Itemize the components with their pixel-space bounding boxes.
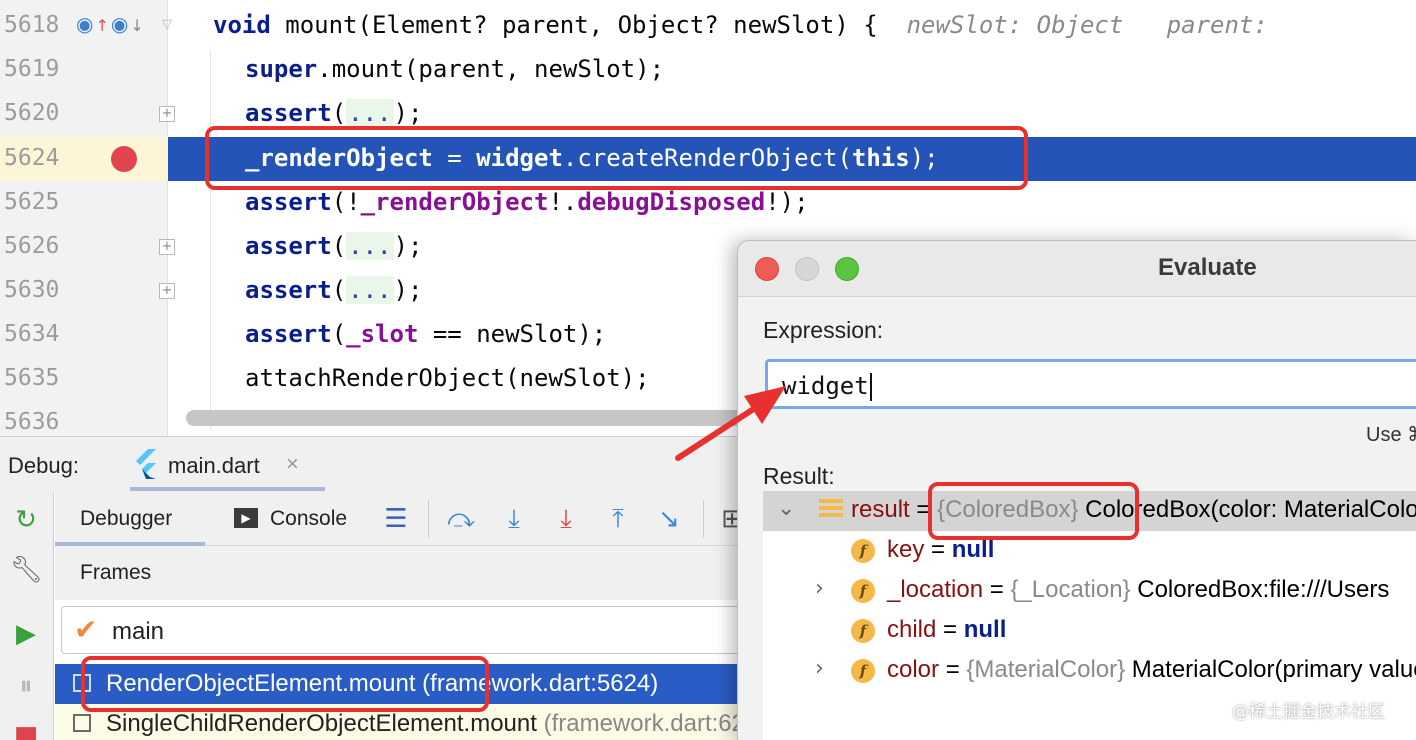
debugger-toolbar: Debugger ▶ Console ☰ ⤼ ⤓ ⤓ ⤒ ↘ ⊞ — [55, 492, 743, 546]
run-to-cursor-icon[interactable]: ↘ — [652, 502, 686, 536]
line-number: 5618 — [4, 12, 60, 38]
fold-expand-icon[interactable]: + — [159, 239, 175, 255]
code-text: assert(...); — [245, 99, 423, 127]
line-number: 5634 — [4, 321, 60, 347]
thread-label: main — [112, 618, 165, 645]
line-number: 5624 — [4, 145, 60, 171]
folded-region[interactable]: ... — [346, 232, 394, 260]
horizontal-scrollbar[interactable] — [186, 410, 746, 426]
inlay-hint: parent: — [1166, 11, 1268, 39]
flutter-icon — [136, 449, 156, 479]
frames-header: Frames — [55, 546, 740, 600]
tree-row[interactable]: f child = null — [763, 611, 1416, 651]
code-text: assert(...); — [245, 276, 423, 304]
object-list-icon — [819, 499, 843, 523]
tab-label: main.dart — [168, 453, 260, 478]
code-text: assert(...); — [245, 232, 423, 260]
chevron-down-icon[interactable]: ⌄ — [777, 496, 795, 521]
thread-selector[interactable]: ✔ main — [61, 606, 740, 654]
line-number: 5620 — [4, 100, 60, 126]
pause-icon[interactable]: ⏸ — [10, 670, 42, 702]
chevron-right-icon[interactable]: › — [815, 656, 824, 681]
minimize-window-button[interactable] — [795, 257, 819, 281]
inlay-hint: newSlot: Object — [906, 11, 1124, 39]
line-number: 5630 — [4, 277, 60, 303]
field-icon: f — [851, 659, 875, 683]
console-icon: ▶ — [234, 508, 258, 528]
frames-list-icon[interactable]: ☰ — [379, 502, 413, 536]
fold-expand-icon[interactable]: + — [159, 283, 175, 299]
wrench-icon[interactable]: 🔧︎ — [10, 554, 43, 586]
expression-label: Expression: — [763, 317, 884, 343]
tab-debugger[interactable]: Debugger — [55, 492, 205, 546]
tree-row[interactable]: › f _location = {_Location} ColoredBox:f… — [763, 571, 1416, 611]
rerun-icon[interactable]: ↻ — [10, 504, 42, 536]
annotation-highlight — [928, 482, 1139, 540]
chevron-right-icon[interactable]: › — [815, 576, 824, 601]
text-caret — [869, 373, 872, 401]
tree-row[interactable]: › f color = {MaterialColor} MaterialColo… — [763, 651, 1416, 691]
field-icon: f — [851, 579, 875, 603]
line-number: 5619 — [4, 56, 60, 82]
result-label: Result: — [763, 463, 835, 489]
shortcut-hint: Use ⌘ — [1366, 424, 1416, 446]
annotation-highlight — [205, 126, 1028, 190]
code-text: attachRenderObject(newSlot); — [245, 364, 650, 392]
close-icon[interactable]: × — [286, 451, 299, 477]
fold-toggle-icon[interactable]: ▽ — [159, 18, 175, 34]
annotation-highlight — [81, 656, 489, 712]
line-number: 5636 — [4, 409, 60, 435]
check-icon: ✔ — [74, 613, 98, 646]
frame-icon — [73, 714, 91, 732]
code-text: assert(_slot == newSlot); — [245, 320, 607, 348]
code-text: void mount(Element? parent, Object? newS… — [213, 11, 1268, 39]
step-out-icon[interactable]: ⤒ — [601, 502, 635, 536]
debug-header: Debug: main.dart × — [0, 436, 740, 492]
resume-icon[interactable]: ▶ — [10, 618, 42, 650]
stop-icon[interactable]: ■ — [10, 720, 42, 740]
dialog-titlebar[interactable]: Evaluate — [738, 241, 1416, 297]
step-over-icon[interactable]: ⤼ — [444, 502, 478, 536]
tab-main-dart[interactable]: main.dart × — [130, 437, 325, 491]
line-number: 5626 — [4, 233, 60, 259]
code-line[interactable]: 5619 super.mount(parent, newSlot); — [0, 48, 1416, 92]
field-icon: f — [851, 539, 875, 563]
dialog-title: Evaluate — [1158, 254, 1257, 281]
watermark: @稀土掘金技术社区 — [1232, 702, 1385, 722]
force-step-into-icon[interactable]: ⤓ — [549, 502, 583, 536]
zoom-window-button[interactable] — [835, 257, 859, 281]
code-line[interactable]: 5618 ◉↑◉↓ ▽ void mount(Element? parent, … — [0, 4, 1416, 48]
code-text: super.mount(parent, newSlot); — [245, 55, 665, 83]
folded-region[interactable]: ... — [346, 276, 394, 304]
step-into-icon[interactable]: ⤓ — [497, 502, 531, 536]
debug-side-toolbar: ↻ 🔧︎ ▶ ⏸ ■ — [0, 492, 54, 740]
fold-expand-icon[interactable]: + — [159, 106, 175, 122]
code-text: assert(!_renderObject!.debugDisposed!); — [245, 188, 809, 216]
line-number: 5635 — [4, 365, 60, 391]
close-window-button[interactable] — [755, 257, 779, 281]
line-number: 5625 — [4, 189, 60, 215]
field-icon: f — [851, 619, 875, 643]
override-markers-icon[interactable]: ◉↑◉↓ — [76, 12, 146, 36]
folded-region[interactable]: ... — [346, 99, 394, 127]
breakpoint-icon[interactable] — [111, 146, 137, 172]
expression-input[interactable]: widget — [765, 359, 1416, 409]
debug-title: Debug: — [8, 453, 79, 478]
